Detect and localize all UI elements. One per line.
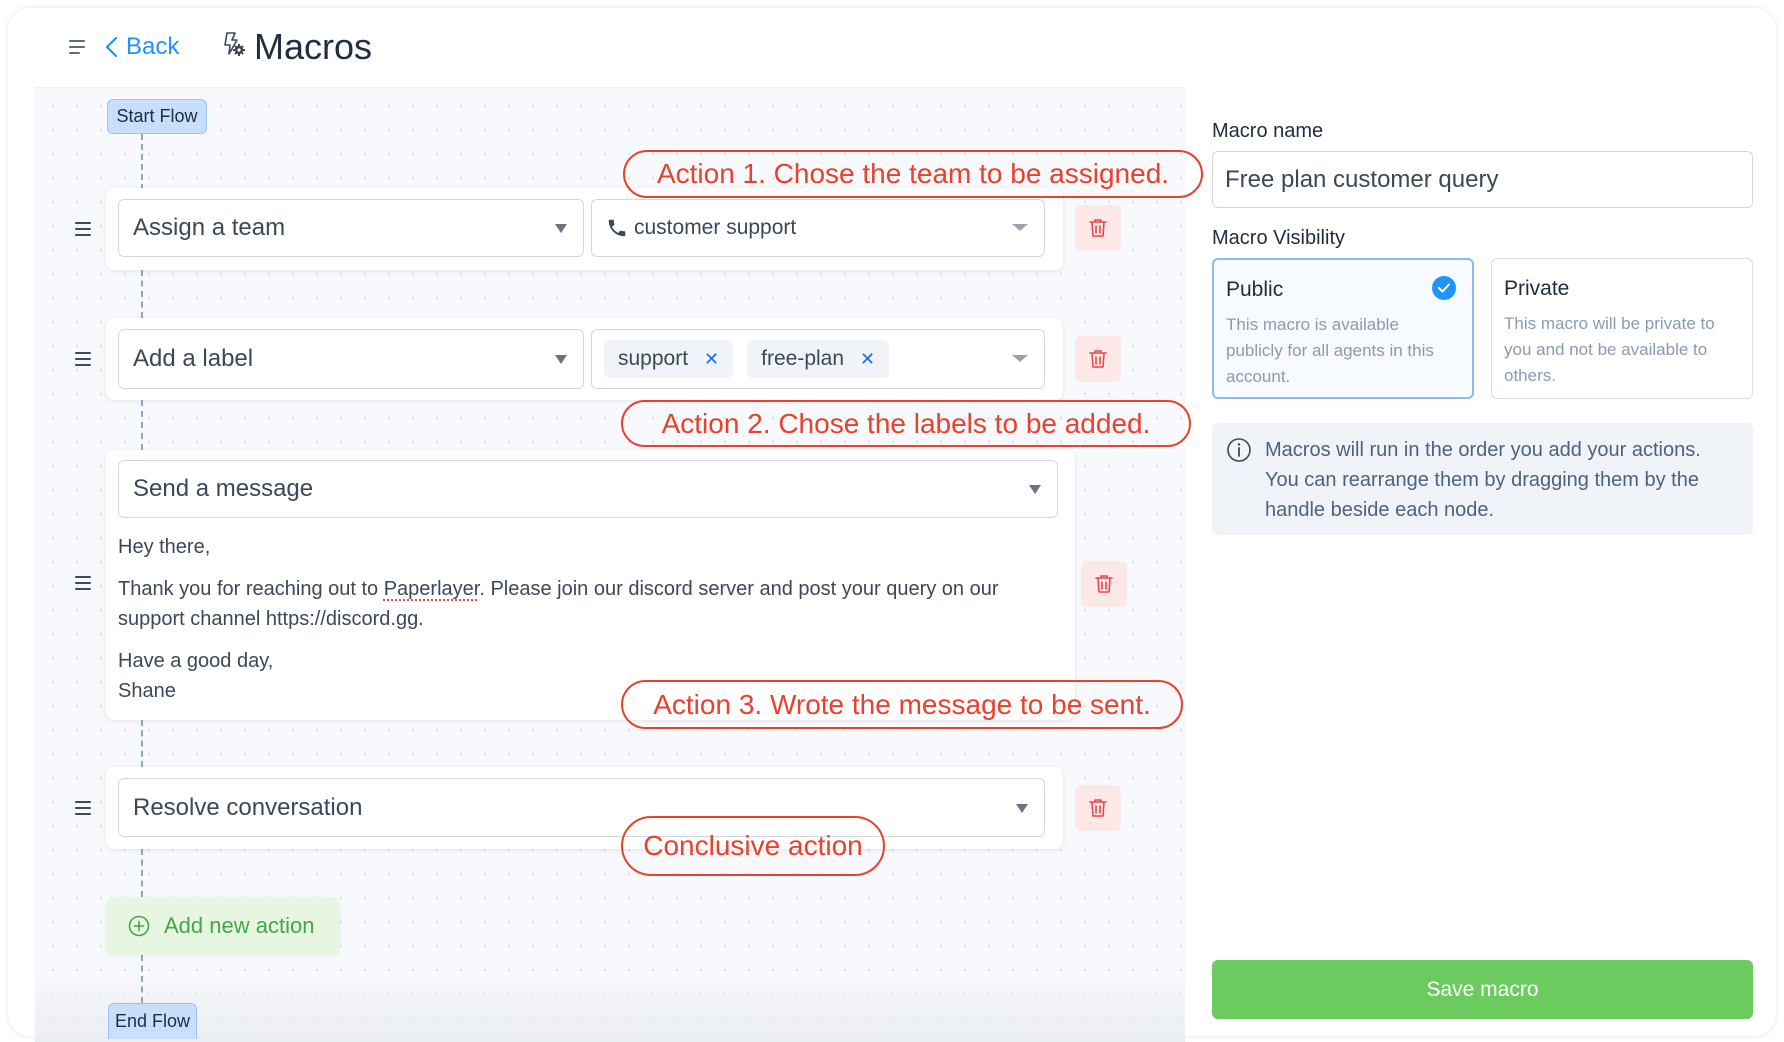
info-icon: [1227, 438, 1251, 462]
annotation-callout: Conclusive action: [621, 816, 885, 876]
hamburger-icon-line: [69, 46, 85, 48]
flow-connector: [141, 849, 143, 897]
macro-name-input[interactable]: [1212, 151, 1753, 208]
macro-visibility-label: Macro Visibility: [1212, 227, 1345, 249]
info-text: Macros will run in the order you add you…: [1265, 439, 1701, 521]
flow-connector: [141, 400, 143, 450]
start-flow-badge: Start Flow: [107, 99, 207, 134]
action-type-value: Send a message: [133, 475, 314, 502]
back-button[interactable]: Back: [104, 29, 179, 65]
phone-icon: [608, 219, 626, 237]
message-greeting: Hey there,: [118, 536, 211, 558]
add-new-action-button[interactable]: Add new action: [106, 897, 340, 955]
action-type-value: Add a label: [133, 345, 254, 372]
flow-connector: [141, 270, 143, 318]
page-title: Macros: [254, 26, 373, 67]
action-type-select[interactable]: Resolve conversation: [118, 778, 1045, 837]
team-select[interactable]: customer support: [591, 199, 1045, 257]
team-value: customer support: [634, 216, 797, 239]
visibility-option-title: Private: [1504, 277, 1570, 300]
visibility-option-description: This macro will be private to you and no…: [1504, 314, 1715, 385]
caret-down-icon: [1029, 485, 1041, 494]
visibility-option-title: Public: [1226, 278, 1284, 301]
remove-label-icon[interactable]: ✕: [860, 349, 875, 370]
label-chip: free-plan ✕: [747, 340, 890, 378]
annotation-callout: Action 3. Wrote the message to be sent.: [621, 680, 1183, 729]
chevron-left-icon: [105, 36, 118, 58]
labels-multiselect[interactable]: support ✕ free-plan ✕: [591, 329, 1045, 389]
label-chip-text: free-plan: [761, 347, 845, 370]
caret-down-icon: [1012, 224, 1028, 231]
info-banner: Macros will run in the order you add you…: [1212, 423, 1753, 535]
message-body: Thank you for reaching out to Paperlayer…: [118, 574, 1058, 634]
label-chip-text: support: [618, 347, 689, 370]
hamburger-icon-line: [69, 52, 80, 54]
remove-label-icon[interactable]: ✕: [704, 349, 719, 370]
caret-down-icon: [1012, 355, 1028, 362]
caret-down-icon: [555, 355, 567, 364]
trash-icon: [1095, 575, 1113, 593]
action-type-select[interactable]: Assign a team: [118, 199, 584, 257]
back-label: Back: [126, 33, 180, 60]
visibility-option-private[interactable]: Private This macro will be private to yo…: [1491, 258, 1753, 399]
hamburger-icon: [69, 40, 85, 42]
annotation-callout: Action 2. Chose the labels to be added.: [621, 400, 1191, 447]
drag-handle[interactable]: [73, 800, 93, 818]
plus-circle-icon: [128, 915, 150, 937]
delete-action-button[interactable]: [1075, 336, 1121, 382]
trash-icon: [1089, 219, 1107, 237]
visibility-option-description: This macro is available publicly for all…: [1226, 315, 1434, 386]
caret-down-icon: [555, 224, 567, 233]
end-flow-badge: End Flow: [108, 1003, 197, 1039]
annotation-callout: Action 1. Chose the team to be assigned.: [623, 150, 1203, 198]
label-chip: support ✕: [604, 340, 734, 378]
delete-action-button[interactable]: [1075, 205, 1121, 251]
add-new-action-label: Add new action: [164, 913, 315, 938]
drag-handle[interactable]: [73, 221, 93, 239]
menu-button[interactable]: [66, 37, 88, 57]
macro-bolt-gear-icon: [224, 32, 245, 56]
message-signoff: Have a good day,: [118, 650, 274, 672]
delete-action-button[interactable]: [1075, 785, 1121, 831]
trash-icon: [1089, 350, 1107, 368]
trash-icon: [1089, 799, 1107, 817]
flow-connector: [141, 720, 143, 767]
delete-action-button[interactable]: [1081, 561, 1127, 607]
drag-handle[interactable]: [73, 575, 93, 593]
action-type-select[interactable]: Add a label: [118, 329, 584, 389]
macro-name-label: Macro name: [1212, 120, 1324, 142]
drag-handle[interactable]: [73, 351, 93, 369]
caret-down-icon: [1016, 803, 1028, 813]
flow-connector: [141, 134, 143, 190]
check-circle-icon: [1432, 276, 1456, 300]
visibility-option-public[interactable]: Public This macro is available publicly …: [1212, 258, 1474, 399]
save-macro-button[interactable]: Save macro: [1212, 960, 1753, 1019]
action-type-value: Resolve conversation: [133, 793, 363, 821]
flow-connector: [141, 955, 143, 1003]
action-type-select[interactable]: Send a message: [118, 460, 1058, 518]
action-type-value: Assign a team: [133, 214, 286, 241]
message-body-text: Thank you for reaching out to: [118, 578, 384, 600]
misspelled-word: Paperlayer: [383, 578, 480, 600]
